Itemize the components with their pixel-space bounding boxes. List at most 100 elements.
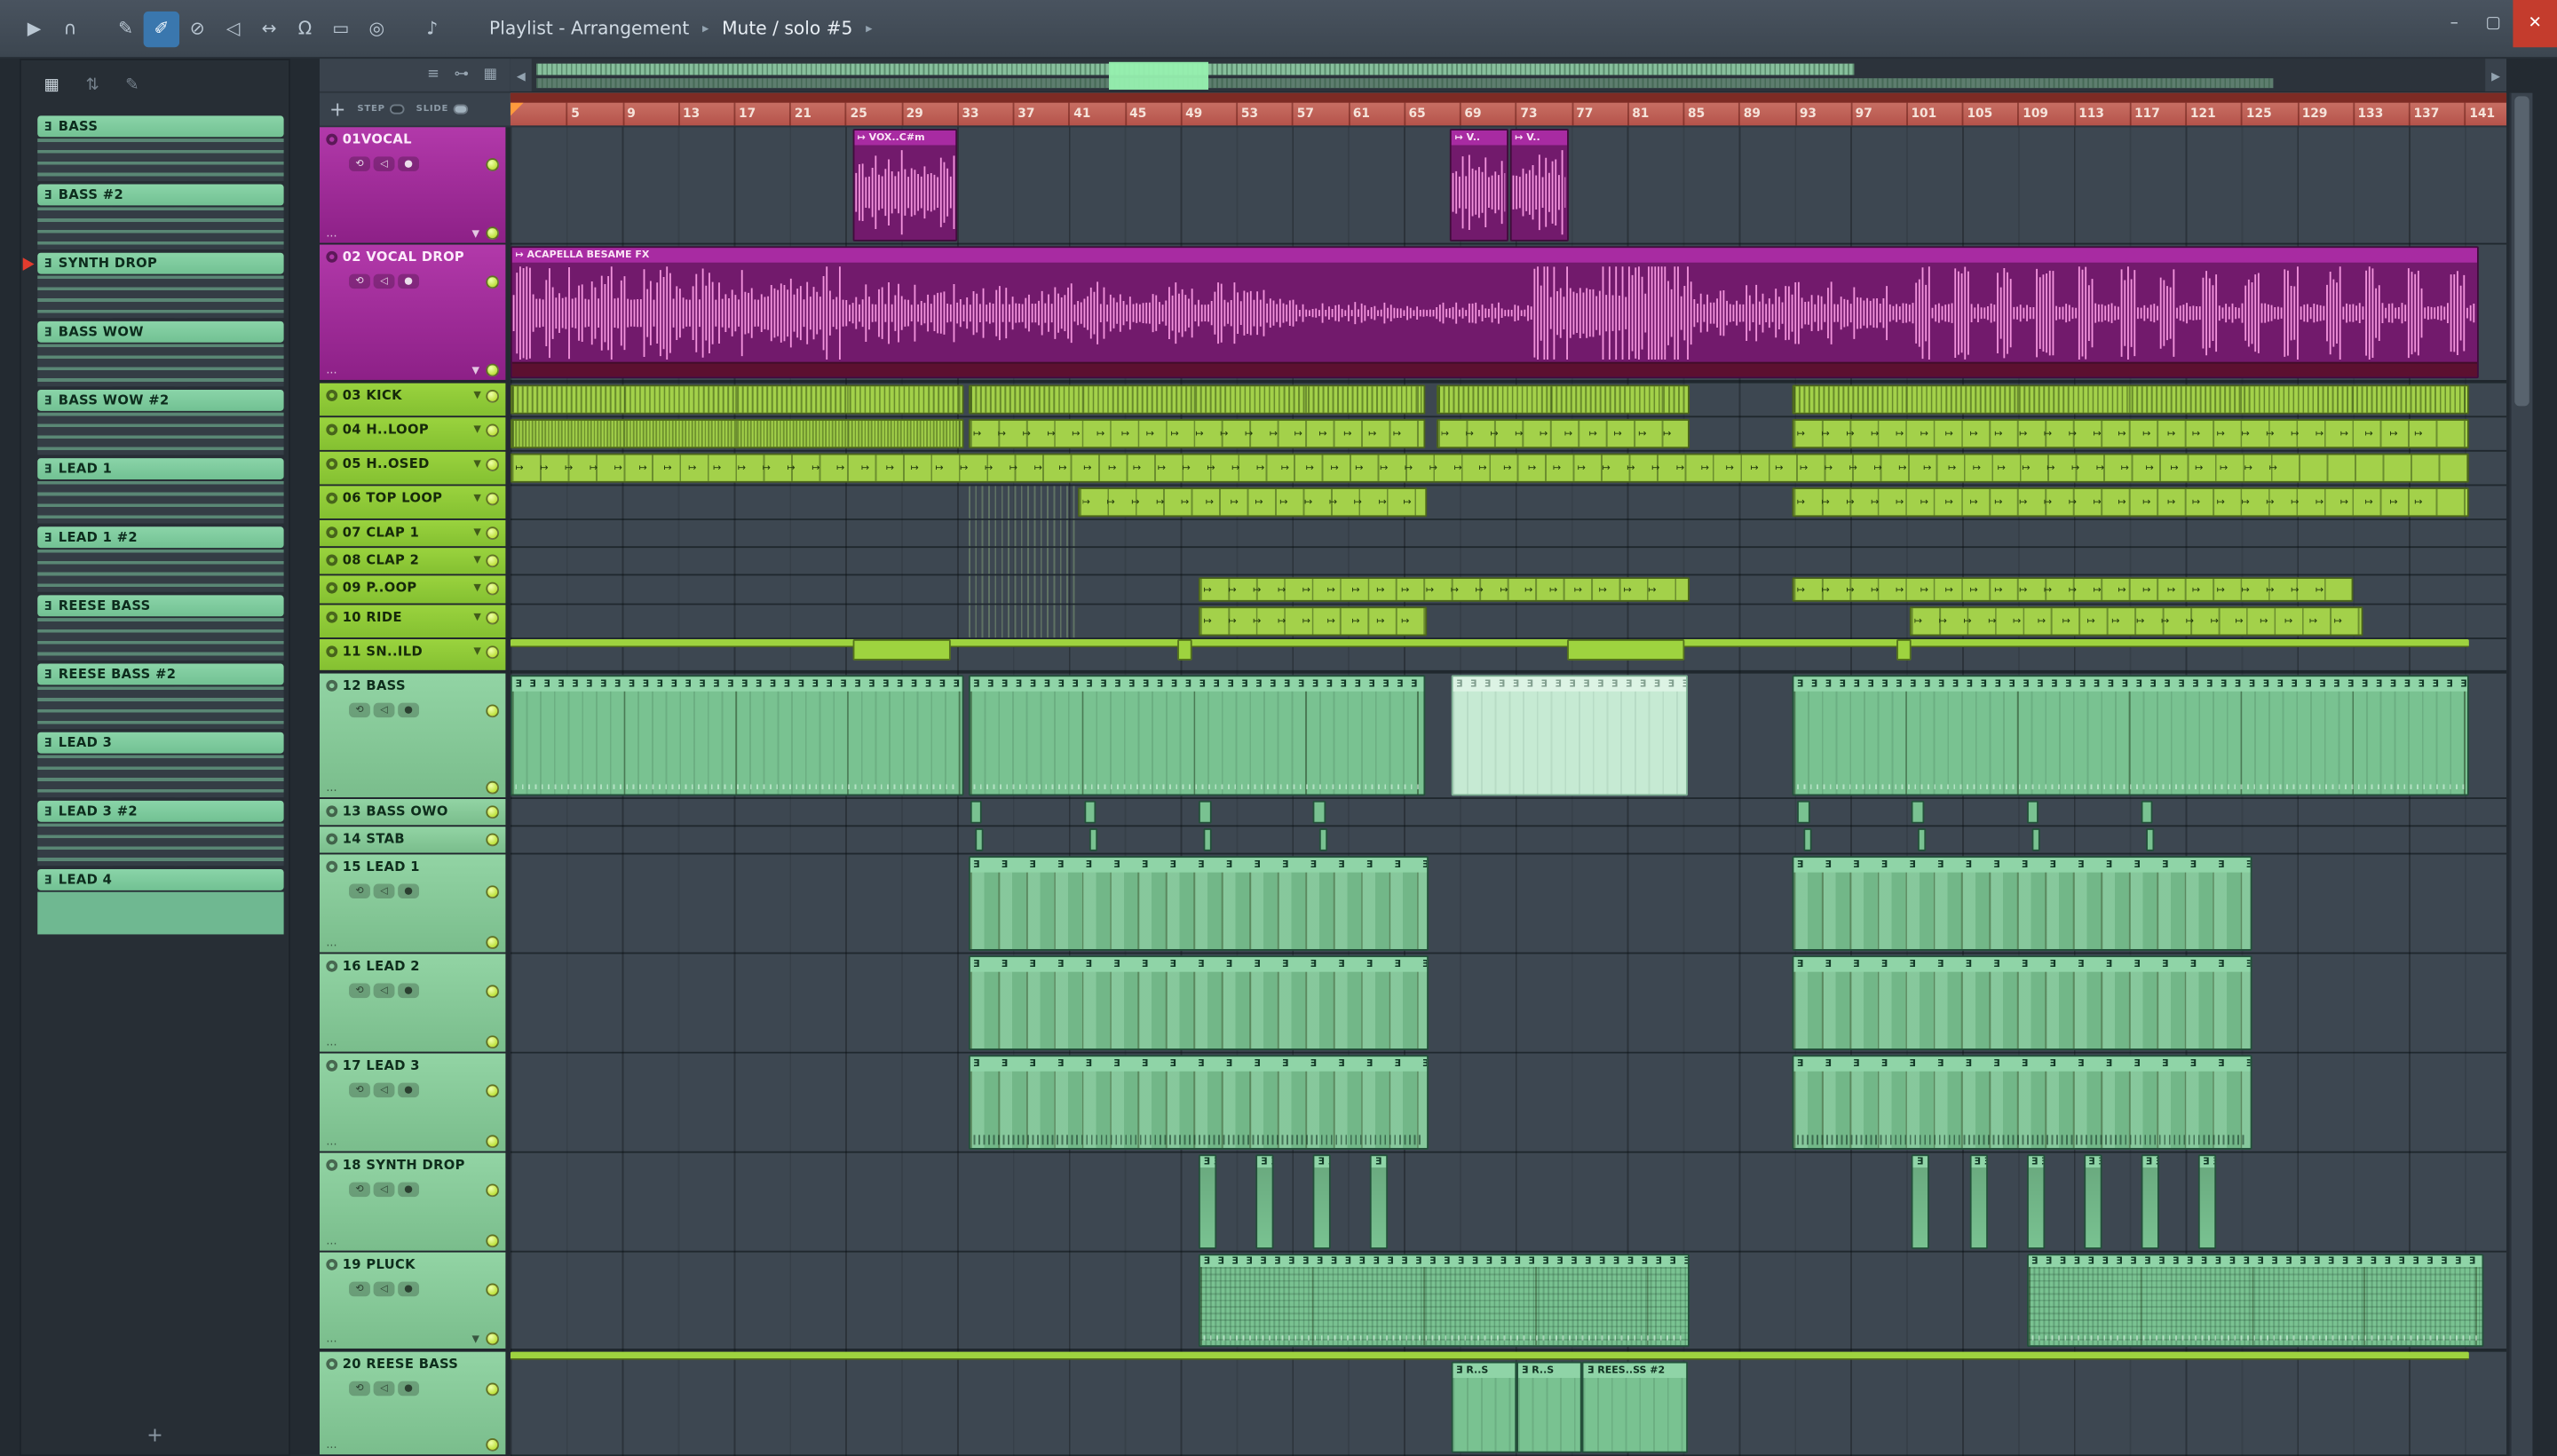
record-control-icon[interactable]: ⟲ bbox=[349, 273, 370, 289]
playlist-lane-13[interactable] bbox=[510, 799, 2507, 827]
scrollbar-handle[interactable] bbox=[2514, 96, 2529, 407]
picker-view-icon[interactable]: ▦ bbox=[44, 75, 59, 93]
track-header-09[interactable]: 09 P..OOP ▼ bbox=[319, 575, 506, 605]
track-enable-led[interactable] bbox=[486, 526, 500, 540]
clip-audio-long[interactable]: ↦ ACAPELLA BESAME FX bbox=[510, 246, 2479, 379]
track-header-13[interactable]: 13 BASS OWO bbox=[319, 798, 506, 827]
link-icon[interactable]: ⊶ bbox=[455, 67, 470, 83]
playlist-lane-14[interactable] bbox=[510, 827, 2507, 855]
maximize-button[interactable]: ▢ bbox=[2474, 0, 2513, 46]
picker-item[interactable]: Ǝ REESE BASS bbox=[37, 595, 284, 661]
monitor-control-icon[interactable]: ◁ bbox=[373, 1082, 395, 1098]
clip-bass[interactable]: ƎƎƎƎƎƎƎƎƎƎƎƎƎƎƎƎƎƎƎƎƎƎƎƎƎƎƎƎƎƎƎƎƎƎƎƎƎƎƎƎ… bbox=[1792, 675, 2469, 796]
track-mute-icon[interactable] bbox=[326, 1159, 338, 1171]
clip-bass[interactable]: ƎƎƎƎƎƎƎƎƎƎƎƎƎƎƎƎƎƎƎƎƎƎƎƎƎƎƎƎƎƎƎƎƎƎ bbox=[510, 675, 964, 796]
clip-small[interactable] bbox=[2141, 800, 2154, 824]
playlist-lane-12[interactable]: ƎƎƎƎƎƎƎƎƎƎƎƎƎƎƎƎƎƎƎƎƎƎƎƎƎƎƎƎƎƎƎƎƎƎ ƎƎƎƎƎƎ… bbox=[510, 674, 2507, 799]
track-header-19[interactable]: 19 PLUCK ⟲ ◁ ●... ▼ bbox=[319, 1252, 506, 1352]
track-mute-icon[interactable] bbox=[326, 805, 338, 818]
track-header-04[interactable]: 04 H..LOOP ▼ bbox=[319, 417, 506, 452]
clip-small[interactable] bbox=[1312, 800, 1326, 824]
clip-reese[interactable]: Ǝ R..S bbox=[1451, 1361, 1517, 1453]
playlist-lane-08[interactable] bbox=[510, 548, 2507, 576]
track-enable-led[interactable] bbox=[486, 1083, 500, 1097]
monitor-control-icon[interactable]: ◁ bbox=[373, 1381, 395, 1397]
picker-item[interactable]: Ǝ BASS WOW bbox=[37, 320, 284, 387]
close-button[interactable]: ✕ bbox=[2513, 0, 2557, 47]
playlist-lane-15[interactable]: ƎƎƎƎƎƎƎƎƎƎƎƎƎƎƎƎƎƎ ƎƎƎƎƎƎƎƎƎƎƎƎƎƎƎƎƎƎ bbox=[510, 854, 2507, 954]
track-mute-icon[interactable] bbox=[326, 1059, 338, 1072]
playlist-lane-09[interactable]: ↦↦↦↦↦↦↦↦↦↦↦↦↦↦↦↦↦↦↦ ↦↦↦↦↦↦↦↦↦↦↦↦↦↦↦↦↦↦↦↦↦… bbox=[510, 575, 2507, 605]
track-enable-led[interactable] bbox=[486, 581, 500, 595]
dot-control-icon[interactable]: ● bbox=[398, 273, 420, 289]
clip-thin[interactable] bbox=[510, 638, 2469, 648]
track-mute-icon[interactable] bbox=[326, 1357, 338, 1370]
monitor-control-icon[interactable]: ◁ bbox=[373, 702, 395, 718]
monitor-control-icon[interactable]: ◁ bbox=[373, 983, 395, 999]
clip-arrows[interactable]: ↦↦↦↦↦↦↦↦↦↦↦↦↦↦↦↦↦↦ bbox=[968, 419, 1426, 449]
picker-item[interactable]: Ǝ BASS WOW #2 bbox=[37, 389, 284, 455]
clip-arrows[interactable]: ↦↦↦↦↦↦↦↦↦↦↦↦↦↦↦↦↦↦↦↦↦↦ bbox=[1792, 577, 2354, 602]
clip-dense[interactable] bbox=[510, 419, 964, 449]
clip-arrows[interactable]: ↦↦↦↦↦↦↦↦↦↦↦↦↦↦ bbox=[1077, 487, 1427, 518]
clip-small[interactable] bbox=[1917, 828, 1926, 851]
clip-small[interactable] bbox=[2031, 828, 2040, 851]
dot-control-icon[interactable]: ● bbox=[398, 156, 420, 171]
picker-item[interactable]: Ǝ SYNTH DROP bbox=[22, 252, 284, 319]
clip-drop[interactable]: ƎƎ bbox=[1312, 1154, 1332, 1249]
record-control-icon[interactable]: ⟲ bbox=[349, 1381, 370, 1397]
track-mute-icon[interactable] bbox=[326, 679, 338, 692]
record-control-icon[interactable]: ⟲ bbox=[349, 1182, 370, 1198]
track-header-16[interactable]: 16 LEAD 2 ⟲ ◁ ●... bbox=[319, 954, 506, 1054]
clip-striped[interactable] bbox=[968, 519, 1076, 547]
track-enable-led[interactable] bbox=[486, 157, 500, 170]
track-header-06[interactable]: 06 TOP LOOP ▼ bbox=[319, 486, 506, 520]
track-enable-led[interactable] bbox=[486, 832, 500, 846]
clip-striped[interactable] bbox=[968, 575, 1076, 604]
clip-drop[interactable]: ƎƎ bbox=[2083, 1154, 2102, 1249]
clip-drop[interactable]: ƎƎ bbox=[1198, 1154, 1217, 1249]
clip-kick[interactable] bbox=[1436, 384, 1690, 415]
playlist-lane-18[interactable]: ƎƎ ƎƎ ƎƎ ƎƎ ƎƎ ƎƎ ƎƎ ƎƎ ƎƎ ƎƎ bbox=[510, 1153, 2507, 1253]
track-header-17[interactable]: 17 LEAD 3 ⟲ ◁ ●... bbox=[319, 1053, 506, 1153]
dot-control-icon[interactable]: ● bbox=[398, 983, 420, 999]
delete-tool-icon[interactable]: ⊘ bbox=[179, 11, 215, 46]
track-enable-led[interactable] bbox=[486, 884, 500, 898]
monitor-control-icon[interactable]: ◁ bbox=[373, 1182, 395, 1198]
track-enable-led[interactable] bbox=[486, 703, 500, 717]
zoom-tool-icon[interactable]: ◎ bbox=[359, 11, 394, 46]
track-enable-led[interactable] bbox=[486, 1234, 500, 1248]
dot-control-icon[interactable]: ● bbox=[398, 1281, 420, 1297]
clip-arrows[interactable]: ↦↦↦↦↦↦↦↦↦↦↦↦↦↦↦↦↦↦↦↦↦↦↦↦↦↦↦↦↦↦↦↦↦↦↦↦↦↦↦↦… bbox=[510, 453, 2469, 483]
track-header-12[interactable]: 12 BASS ⟲ ◁ ●... bbox=[319, 673, 506, 799]
playlist-lane-06[interactable]: ↦↦↦↦↦↦↦↦↦↦↦↦↦↦ ↦↦↦↦↦↦↦↦↦↦↦↦↦↦↦↦↦↦↦↦↦↦↦↦↦↦ bbox=[510, 486, 2507, 520]
clip-arrows[interactable]: ↦↦↦↦↦↦↦↦↦↦↦↦↦↦↦↦↦↦ bbox=[1909, 606, 2363, 637]
track-mute-icon[interactable] bbox=[326, 250, 338, 263]
clip-striped[interactable] bbox=[968, 486, 1076, 519]
track-enable-led[interactable] bbox=[486, 274, 500, 289]
track-enable-led[interactable] bbox=[486, 1135, 500, 1149]
playlist-lane-20[interactable]: Ǝ R..S Ǝ R..S Ǝ REES..SS #2 bbox=[510, 1351, 2507, 1456]
record-control-icon[interactable]: ⟲ bbox=[349, 983, 370, 999]
clip-small[interactable] bbox=[1084, 800, 1097, 824]
preview-speaker-icon[interactable]: ♪ bbox=[415, 11, 450, 46]
dot-control-icon[interactable]: ● bbox=[398, 1381, 420, 1397]
clip-lead[interactable]: ƎƎƎƎƎƎƎƎƎƎƎƎƎƎƎƎƎƎ bbox=[1792, 856, 2253, 951]
monitor-control-icon[interactable]: ◁ bbox=[373, 883, 395, 899]
vertical-scrollbar[interactable] bbox=[2509, 92, 2533, 1456]
track-header-08[interactable]: 08 CLAP 2 ▼ bbox=[319, 548, 506, 576]
performance-mode-icon[interactable]: ≡ bbox=[427, 67, 439, 83]
paint-tool-icon[interactable]: ✐ bbox=[143, 10, 180, 47]
track-enable-led[interactable] bbox=[486, 984, 500, 998]
clip-drop[interactable]: ƎƎ bbox=[1255, 1154, 1274, 1249]
clip-block[interactable] bbox=[1896, 638, 1911, 661]
track-enable-led[interactable] bbox=[486, 804, 500, 819]
track-header-18[interactable]: 18 SYNTH DROP ⟲ ◁ ●... bbox=[319, 1152, 506, 1253]
track-mute-icon[interactable] bbox=[326, 389, 338, 401]
dot-control-icon[interactable]: ● bbox=[398, 883, 420, 899]
playlist-lane-04[interactable]: ↦↦↦↦↦↦↦↦↦↦↦↦↦↦↦↦↦↦ ↦↦↦↦↦↦↦↦↦↦↦ ↦↦↦↦↦↦↦↦↦↦↦… bbox=[510, 417, 2507, 452]
record-control-icon[interactable]: ⟲ bbox=[349, 156, 370, 171]
clip-drop[interactable]: ƎƎ bbox=[1370, 1154, 1389, 1249]
clip-reese[interactable]: Ǝ R..S bbox=[1516, 1361, 1583, 1453]
track-enable-led[interactable] bbox=[486, 1035, 500, 1049]
